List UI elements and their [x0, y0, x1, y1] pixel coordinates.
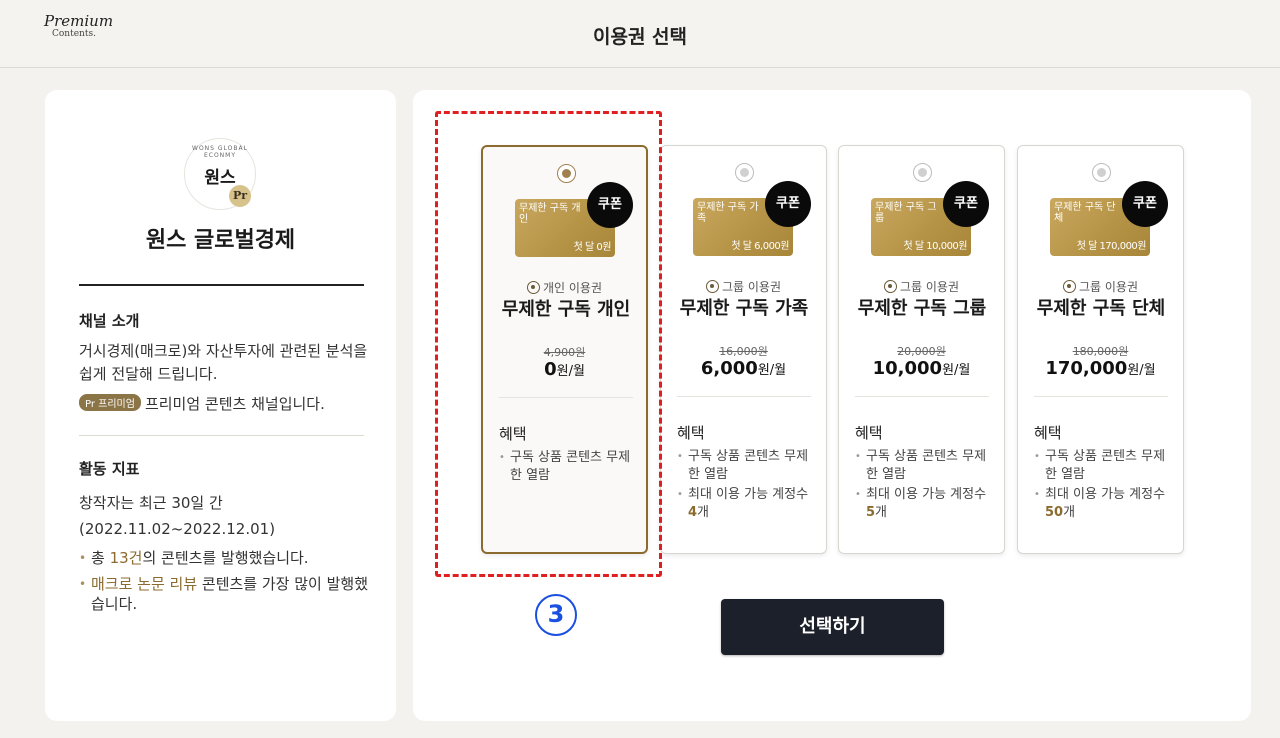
list-item: 매크로 논문 리뷰 콘텐츠를 가장 많이 발행했습니다.: [79, 574, 369, 614]
channel-logo-arc-text: WONS GLOBAL ECONMY: [192, 145, 248, 159]
group-ticket-icon: [1062, 280, 1076, 293]
original-price: 20,000원: [897, 345, 946, 358]
plan-type: 그룹 이용권: [839, 278, 1004, 295]
channel-logo-text: 원스: [204, 168, 236, 188]
benefit-title: 혜택: [855, 424, 883, 442]
intro-title: 채널 소개: [79, 312, 140, 330]
plan-card-group[interactable]: 무제한 구독 그룹 첫 달 10,000원 쿠폰 그룹 이용권 무제한 구독 그…: [838, 145, 1005, 554]
channel-info-panel: WONS GLOBAL ECONMY 원스 Pr 원스 글로벌경제 채널 소개 …: [45, 90, 396, 721]
original-price: 16,000원: [719, 345, 768, 358]
plan-radio[interactable]: [1092, 163, 1111, 182]
premium-pr-badge-icon: Pr: [229, 185, 251, 207]
top-bar: Premium Contents. 이용권 선택: [0, 0, 1280, 68]
group-ticket-icon: [705, 280, 719, 293]
plan-price: 6,000원/월: [700, 358, 787, 379]
divider: [855, 396, 989, 397]
list-item: 구독 상품 콘텐츠 무제한 열람: [1034, 448, 1172, 484]
activity-line: 창작자는 최근 30일 간: [79, 494, 223, 512]
divider: [1034, 396, 1168, 397]
highlight-annotation-box: [435, 111, 662, 577]
coupon-badge: 쿠폰: [765, 181, 811, 227]
step-number-marker: 3: [535, 594, 577, 636]
activity-title: 활동 지표: [79, 460, 140, 478]
page-title: 이용권 선택: [592, 26, 687, 48]
activity-stats-list: 총 13건의 콘텐츠를 발행했습니다. 매크로 논문 리뷰 콘텐츠를 가장 많이…: [79, 548, 369, 620]
plan-radio[interactable]: [735, 163, 754, 182]
intro-description: 거시경제(매크로)와 자산투자에 관련된 분석을 쉽게 전달해 드립니다.: [79, 342, 368, 383]
plan-card-organization[interactable]: 무제한 구독 단체 첫 달 170,000원 쿠폰 그룹 이용권 무제한 구독 …: [1017, 145, 1184, 554]
list-item: 구독 상품 콘텐츠 무제한 열람: [677, 448, 815, 484]
plan-type: 그룹 이용권: [1018, 278, 1183, 295]
plan-price: 170,000원/월: [1045, 358, 1156, 379]
premium-badge: Pr 프리미엄: [79, 394, 141, 411]
benefit-list: 구독 상품 콘텐츠 무제한 열람 최대 이용 가능 계정수 50개: [1034, 448, 1172, 524]
list-item: 최대 이용 가능 계정수 50개: [1034, 486, 1172, 522]
divider: [79, 284, 364, 286]
list-item: 최대 이용 가능 계정수 5개: [855, 486, 993, 522]
divider: [677, 396, 811, 397]
plan-type: 그룹 이용권: [661, 278, 826, 295]
coupon-badge: 쿠폰: [1122, 181, 1168, 227]
list-item: 총 13건의 콘텐츠를 발행했습니다.: [79, 548, 369, 568]
coupon-badge: 쿠폰: [943, 181, 989, 227]
benefit-title: 혜택: [677, 424, 705, 442]
plan-radio[interactable]: [913, 163, 932, 182]
divider: [79, 435, 364, 436]
activity-period: (2022.11.02~2022.12.01): [79, 520, 276, 538]
plan-price: 10,000원/월: [872, 358, 971, 379]
benefit-list: 구독 상품 콘텐츠 무제한 열람 최대 이용 가능 계정수 5개: [855, 448, 993, 524]
original-price: 180,000원: [1072, 345, 1129, 358]
benefit-list: 구독 상품 콘텐츠 무제한 열람 최대 이용 가능 계정수 4개: [677, 448, 815, 524]
list-item: 구독 상품 콘텐츠 무제한 열람: [855, 448, 993, 484]
benefit-title: 혜택: [1034, 424, 1062, 442]
select-button[interactable]: 선택하기: [721, 599, 944, 655]
channel-name: 원스 글로벌경제: [145, 228, 296, 253]
plan-name: 무제한 구독 가족: [679, 298, 809, 319]
premium-text: 프리미엄 콘텐츠 채널입니다.: [144, 395, 325, 413]
group-ticket-icon: [883, 280, 897, 293]
plan-name: 무제한 구독 단체: [1036, 298, 1166, 319]
plan-name: 무제한 구독 그룹: [857, 298, 987, 319]
premium-channel-line: Pr 프리미엄 프리미엄 콘텐츠 채널입니다.: [79, 393, 325, 414]
channel-logo: WONS GLOBAL ECONMY 원스 Pr: [184, 138, 256, 210]
list-item: 최대 이용 가능 계정수 4개: [677, 486, 815, 522]
plan-card-family[interactable]: 무제한 구독 가족 첫 달 6,000원 쿠폰 그룹 이용권 무제한 구독 가족…: [660, 145, 827, 554]
